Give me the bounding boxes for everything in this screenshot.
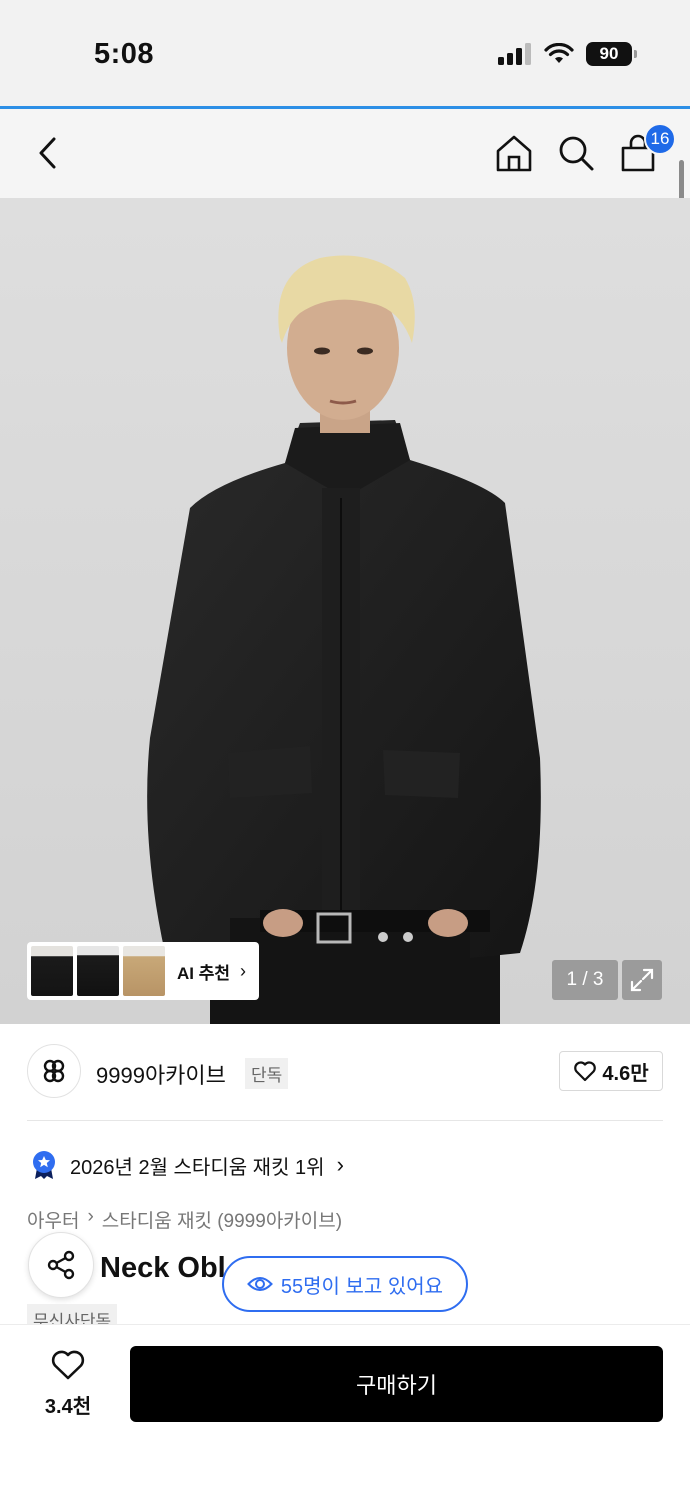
buy-button[interactable]: 구매하기 [130,1346,663,1422]
ranking-text: 2026년 2월 스타디움 재킷 1위 [70,1156,325,1179]
brand-like-count: 4.6만 [602,1062,649,1085]
nav-bar: 16 [0,109,690,198]
heart-icon [51,1350,85,1380]
breadcrumb-category[interactable]: 아우터 [27,1206,79,1233]
ai-recommendation-label: AI 추천 [177,963,231,983]
wishlist-button[interactable]: 3.4천 [38,1349,98,1419]
ai-recommendation-thumbnails[interactable]: AI 추천 › [27,942,259,1000]
back-button[interactable] [24,129,72,177]
thumbnail-image[interactable] [77,946,119,996]
home-icon [496,135,532,172]
brand-name-link[interactable]: 9999아카이브 [96,1058,226,1090]
brand-logo-icon [43,1059,65,1083]
product-photo [0,198,690,1024]
thumbnail-image[interactable] [123,946,165,996]
eye-icon [247,1277,273,1291]
section-divider [27,1120,663,1121]
cart-button[interactable]: 16 [614,123,676,177]
ranking-link[interactable]: 2026년 2월 스타디움 재킷 1위 › [30,1150,344,1180]
exclusive-badge: 단독 [245,1058,289,1089]
share-icon [47,1250,75,1280]
wishlist-count: 3.4천 [44,1396,92,1418]
status-bar: 5:08 90 [0,0,690,106]
live-viewers-text: 55명이 보고 있어요 [280,1275,444,1298]
battery-level: 90 [599,44,619,63]
chevron-right-icon: › [336,1152,344,1177]
expand-icon [630,968,654,992]
live-viewers-pill: 55명이 보고 있어요 [222,1256,468,1312]
home-button[interactable] [490,129,538,177]
breadcrumb: 아우터 › 스타디움 재킷 (9999아카이브) [27,1206,342,1233]
breadcrumb-subcategory[interactable]: 스타디움 재킷 (9999아카이브) [102,1206,342,1233]
expand-image-button[interactable] [622,960,662,1000]
search-button[interactable] [552,129,600,177]
brand-row: 9999아카이브 단독 4.6만 [27,1044,663,1100]
breadcrumb-separator-icon: › [87,1206,94,1227]
heart-icon [574,1061,597,1082]
brand-logo[interactable] [27,1044,81,1098]
brand-like-button[interactable]: 4.6만 [559,1051,663,1091]
cellular-signal-icon [498,43,531,65]
wifi-icon [544,43,574,63]
status-icons: 90 [498,42,637,66]
chevron-right-icon: › [240,960,247,981]
battery-indicator: 90 [586,42,637,66]
product-title-visible: Neck Obl [100,1252,226,1284]
chevron-left-icon [39,137,56,169]
search-icon [559,136,594,171]
share-button[interactable] [28,1232,94,1298]
product-image-gallery[interactable]: AI 추천 › 1 / 3 [0,198,690,1024]
ranking-medal-icon [33,1151,55,1179]
thumbnail-image[interactable] [31,946,73,996]
image-page-counter: 1 / 3 [552,960,618,1000]
cart-count-badge: 16 [644,123,676,155]
status-time: 5:08 [94,38,155,70]
bottom-action-bar: 3.4천 구매하기 [0,1324,690,1500]
